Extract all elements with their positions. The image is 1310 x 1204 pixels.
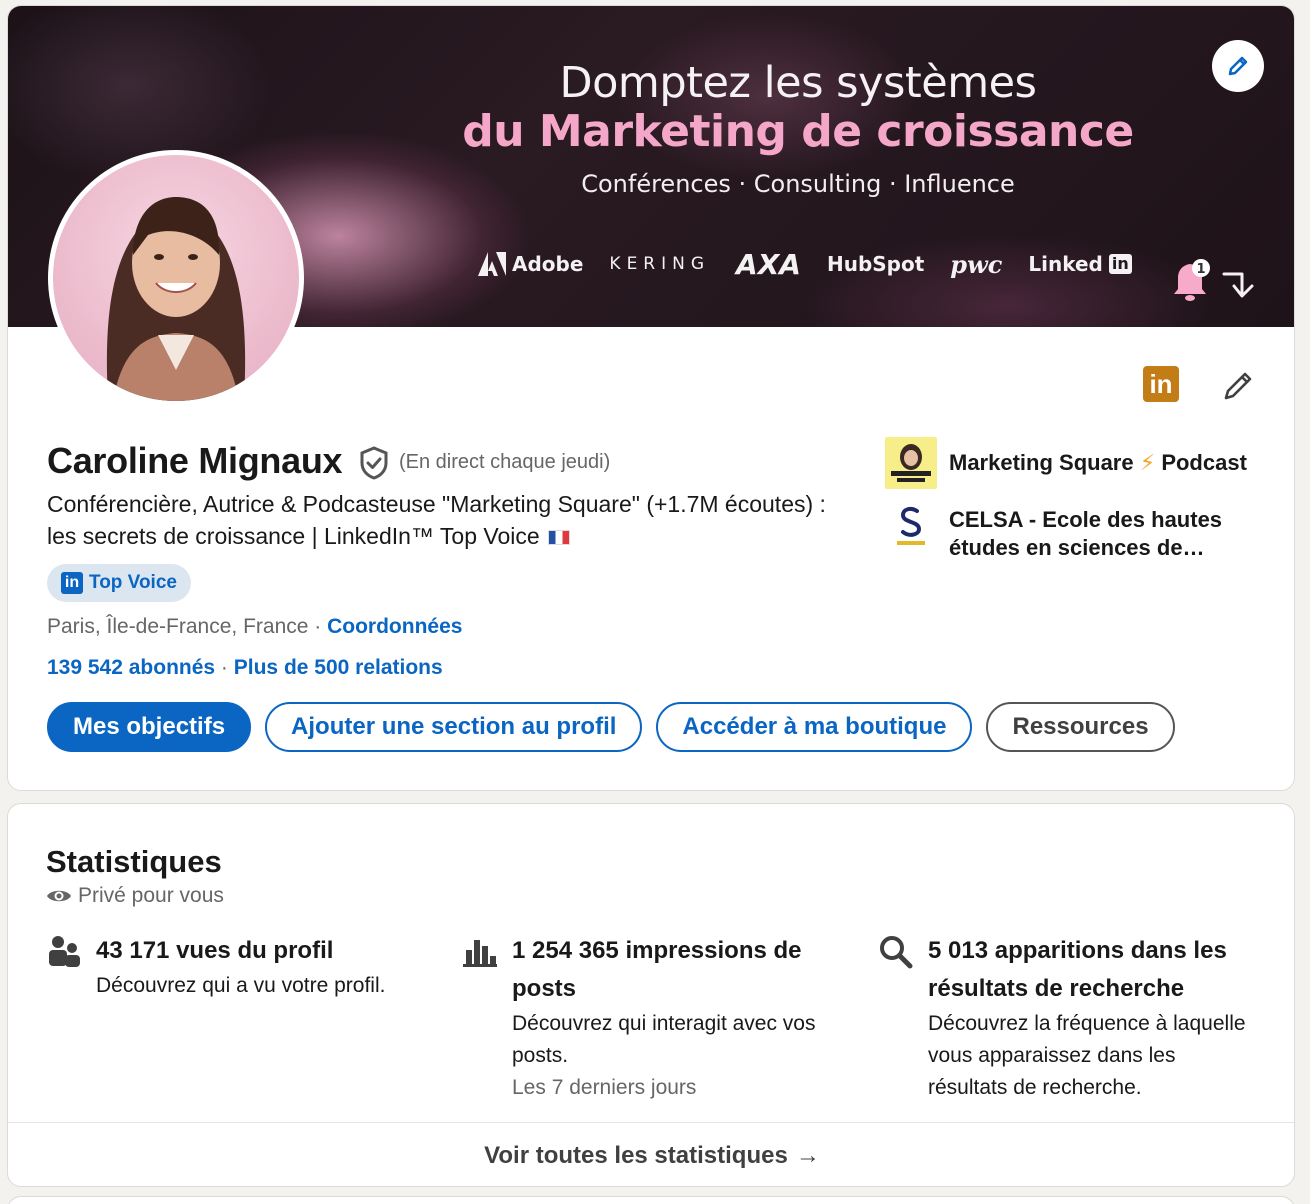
stat-description: Découvrez qui a vu votre profil. (96, 974, 386, 997)
banner-tagline: Conférences · Consulting · Influence (581, 170, 1015, 198)
arrow-down-right-icon (1222, 272, 1254, 298)
brand-pwc: pwc (950, 249, 1003, 279)
headline-text: Conférencière, Autrice & Podcasteuse "Ma… (47, 491, 826, 549)
bar-chart-icon (463, 940, 497, 967)
arrow-right-icon: → (795, 1141, 820, 1169)
linkedin-icon: in (61, 572, 83, 594)
bell-icon: 1 (1174, 259, 1210, 301)
network-separator: · (215, 656, 234, 679)
stat-title: 5 013 apparitions dans les résultats de … (928, 937, 1227, 1002)
stat-text: 1 254 365 impressions de posts Découvrez… (512, 932, 842, 1104)
org-marketing-square[interactable]: Marketing Square ⚡ Podcast (885, 437, 1249, 489)
org-label: Marketing Square ⚡ Podcast (949, 437, 1249, 477)
org-name: Marketing Square (949, 450, 1134, 475)
pencil-icon (1228, 56, 1248, 76)
stat-text: 5 013 apparitions dans les résultats de … (928, 932, 1258, 1104)
brand-label: Linked (1028, 252, 1103, 276)
stat-description: Découvrez la fréquence à laquelle vous a… (928, 1012, 1246, 1099)
org-suffix: Podcast (1161, 450, 1247, 475)
org-celsa[interactable]: CELSA - Ecole des hautes études en scien… (885, 501, 1249, 562)
stats-card: Statistiques Privé pour vous 43 171 vues… (7, 803, 1295, 1187)
profile-card: Domptez les systèmes du Marketing de cro… (7, 5, 1295, 791)
followers-link[interactable]: 139 542 abonnés (47, 656, 215, 679)
profile-location: Paris, Île-de-France, France · Coordonné… (47, 615, 462, 639)
edit-banner-button[interactable] (1212, 40, 1264, 92)
top-voice-badge[interactable]: in Top Voice (47, 564, 191, 602)
brand-axa: AXA (736, 247, 801, 281)
add-profile-section-button[interactable]: Ajouter une section au profil (265, 702, 643, 752)
contact-info-link[interactable]: Coordonnées (327, 615, 462, 638)
linkedin-premium-icon[interactable]: in (1143, 366, 1179, 402)
stat-title: 43 171 vues du profil (96, 937, 334, 964)
banner-title: Domptez les systèmes (559, 58, 1037, 108)
location-text: Paris, Île-de-France, France (47, 615, 309, 638)
people-icon (49, 936, 80, 967)
pencil-icon (1224, 372, 1252, 400)
lightning-icon: ⚡ (1139, 450, 1156, 475)
goals-button[interactable]: Mes objectifs (47, 702, 252, 752)
stat-text: 43 171 vues du profil Découvrez qui a vu… (96, 932, 385, 1002)
stat-post-impressions[interactable]: 1 254 365 impressions de posts Découvrez… (462, 932, 842, 1104)
brand-kering: KERING (609, 254, 711, 274)
location-separator: · (308, 615, 328, 638)
eye-icon (47, 890, 71, 902)
profile-network: 139 542 abonnés · Plus de 500 relations (47, 656, 443, 680)
stat-description: Découvrez qui interagit avec vos posts. (512, 1012, 816, 1067)
profile-photo[interactable] (48, 150, 304, 406)
brand-label: Adobe (512, 252, 584, 276)
see-all-stats-button[interactable]: Voir toutes les statistiques → (8, 1122, 1294, 1186)
brand-hubspot: HubSpot (826, 252, 925, 276)
stat-search-appearances[interactable]: 5 013 apparitions dans les résultats de … (878, 932, 1258, 1104)
connections-link[interactable]: Plus de 500 relations (234, 656, 443, 679)
privacy-label: Privé pour vous (78, 884, 224, 907)
profile-headline: Conférencière, Autrice & Podcasteuse "Ma… (47, 488, 827, 552)
verified-shield-icon[interactable] (358, 446, 390, 480)
profile-photo-image (106, 197, 246, 401)
shop-button[interactable]: Accéder à ma boutique (656, 702, 973, 752)
adobe-logo-icon (478, 252, 506, 276)
brand-linkedin: Linked in (1028, 252, 1132, 276)
stats-privacy: Privé pour vous (46, 884, 224, 908)
next-section-card (7, 1196, 1295, 1204)
banner-brands: Adobe KERING AXA HubSpot pwc Linked in (478, 246, 1132, 282)
stat-title: 1 254 365 impressions de posts (512, 937, 802, 1002)
banner-subtitle: du Marketing de croissance (462, 106, 1134, 157)
live-note: (En direct chaque jeudi) (399, 451, 611, 473)
profile-name: Caroline Mignaux (47, 440, 343, 481)
edit-profile-button[interactable] (1218, 366, 1258, 406)
top-voice-label: Top Voice (89, 572, 177, 593)
stat-period: Les 7 derniers jours (512, 1076, 697, 1099)
bell-count: 1 (1196, 262, 1205, 277)
linkedin-in-box: in (1108, 254, 1132, 274)
search-icon (880, 936, 913, 969)
see-all-stats-label: Voir toutes les statistiques (484, 1141, 788, 1169)
celsa-logo-icon (885, 501, 937, 553)
resources-button[interactable]: Ressources (986, 702, 1175, 752)
org-name: CELSA - Ecole des hautes études en scien… (949, 507, 1223, 560)
stats-title: Statistiques (46, 844, 222, 879)
profile-actions: Mes objectifs Ajouter une section au pro… (47, 702, 1175, 752)
marketing-square-logo-icon (885, 437, 937, 489)
stat-profile-views[interactable]: 43 171 vues du profil Découvrez qui a vu… (46, 932, 446, 1002)
brand-adobe: Adobe (478, 252, 583, 276)
france-flag-icon (548, 530, 571, 545)
